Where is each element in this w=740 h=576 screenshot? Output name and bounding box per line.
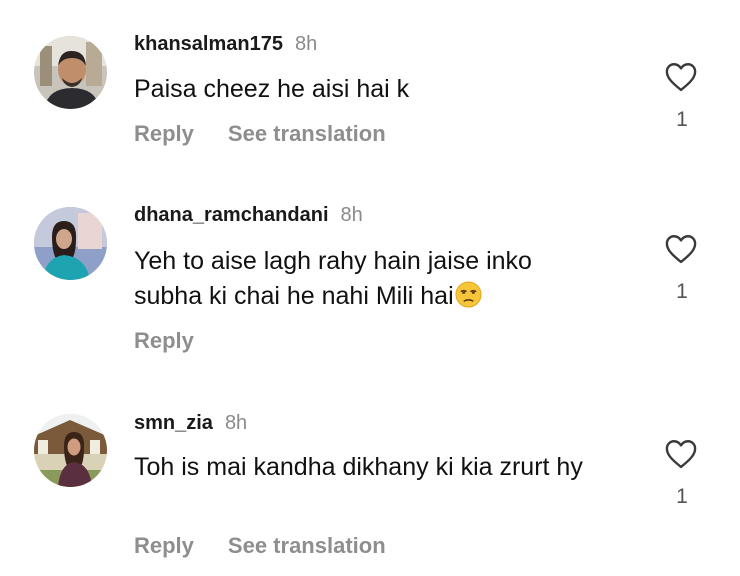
comment-text-content: Paisa cheez he aisi hai k — [134, 75, 410, 103]
like-button[interactable] — [664, 438, 702, 472]
comment-text: Yeh to aise lagh rahy hain jaise inko su… — [134, 244, 604, 314]
comment-text: Paisa cheez he aisi hai k — [134, 72, 634, 107]
like-button[interactable] — [664, 233, 702, 267]
timestamp: 8h — [224, 412, 248, 434]
reply-button[interactable]: Reply — [134, 328, 194, 353]
comment-actions: Reply See translation — [134, 533, 386, 559]
comment-meta: dhana_ramchandani 8h — [134, 204, 363, 227]
comment-meta: khansalman175 8h — [134, 33, 317, 56]
heart-outline-icon — [665, 235, 697, 264]
username[interactable]: smn_zia — [134, 412, 213, 434]
username[interactable]: dhana_ramchandani — [134, 204, 329, 226]
reply-button[interactable]: Reply — [134, 533, 194, 558]
comment-meta: smn_zia 8h — [134, 412, 247, 435]
comment-item: dhana_ramchandani 8h Yeh to aise lagh rah… — [0, 190, 740, 400]
avatar[interactable] — [34, 207, 107, 280]
see-translation-button[interactable]: See translation — [228, 121, 386, 146]
heart-outline-icon — [665, 63, 697, 92]
comment-text: Toh is mai kandha dikhany ki kia zrurt h… — [134, 450, 624, 485]
comment-text-content: Toh is mai kandha dikhany ki kia zrurt h… — [134, 453, 583, 481]
like-count: 1 — [676, 108, 688, 131]
avatar[interactable] — [34, 36, 107, 109]
timestamp: 8h — [294, 33, 318, 55]
comment-actions: Reply — [134, 328, 194, 354]
comment-item: khansalman175 8h Paisa cheez he aisi hai … — [0, 0, 740, 190]
unamused-face-emoji — [455, 281, 482, 308]
see-translation-button[interactable]: See translation — [228, 533, 386, 558]
heart-outline-icon — [665, 440, 697, 469]
like-count: 1 — [676, 280, 688, 303]
timestamp: 8h — [340, 204, 363, 226]
comment-item: smn_zia 8h Toh is mai kandha dikhany ki k… — [0, 400, 740, 576]
username[interactable]: khansalman175 — [134, 33, 283, 55]
like-count: 1 — [676, 485, 688, 508]
avatar[interactable] — [34, 414, 107, 487]
comment-actions: Reply See translation — [134, 121, 386, 147]
reply-button[interactable]: Reply — [134, 121, 194, 146]
like-button[interactable] — [664, 61, 702, 95]
